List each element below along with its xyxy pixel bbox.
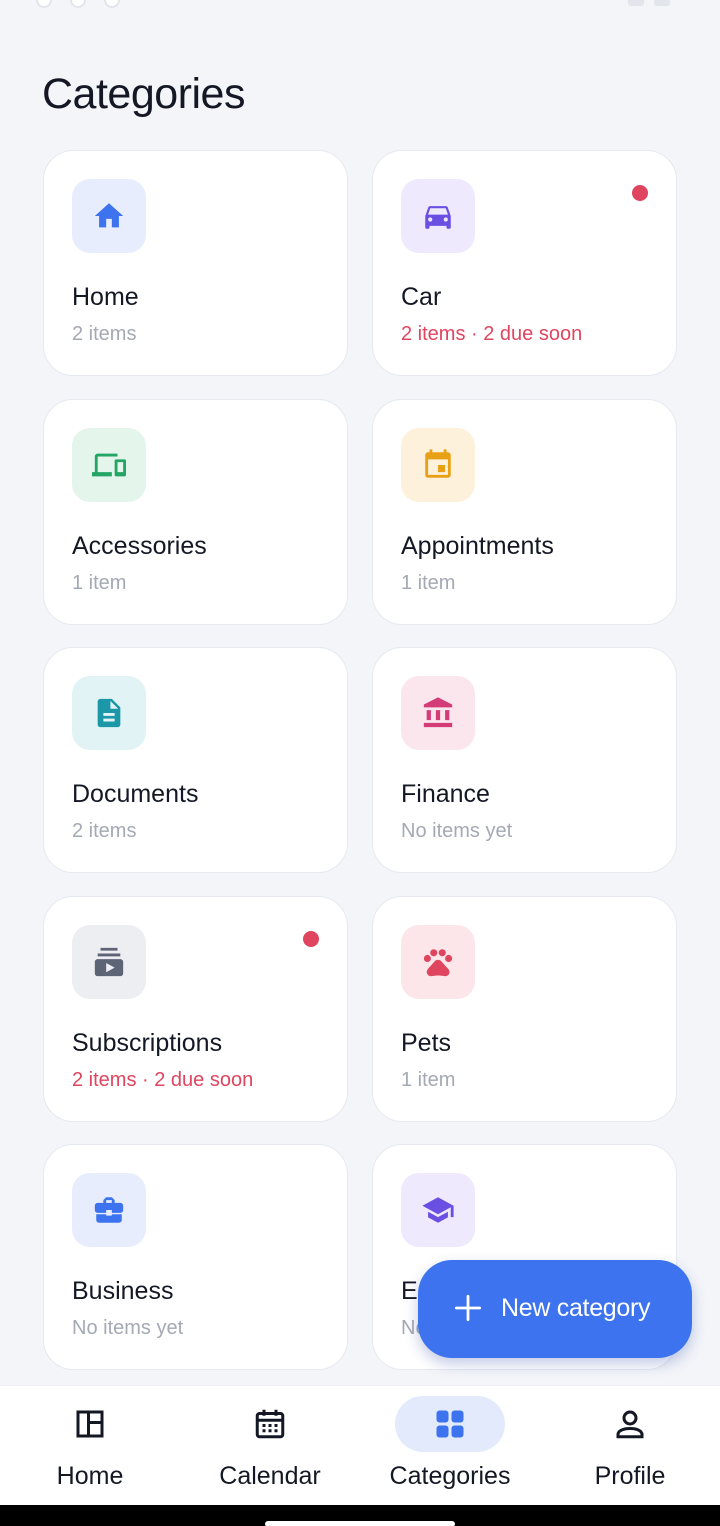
category-count: No items yet: [401, 820, 513, 842]
car-icon: [425, 206, 451, 229]
nav-label: Home: [56, 1462, 124, 1490]
category-card-finance[interactable]: Finance No items yet: [372, 647, 677, 873]
icon-box: [72, 676, 146, 750]
icon-box: [72, 428, 146, 502]
bank-icon: [423, 697, 453, 728]
new-category-button[interactable]: New category: [418, 1260, 692, 1358]
nav-label: Calendar: [219, 1462, 321, 1490]
nav-home[interactable]: Home: [0, 1386, 180, 1506]
status-bar: [0, 0, 720, 14]
nav-calendar[interactable]: Calendar: [180, 1386, 360, 1506]
subscriptions-icon: [94, 947, 124, 977]
category-card-car[interactable]: Car 2 items · 2 due soon: [372, 150, 677, 376]
icon-box: [72, 179, 146, 253]
page-title: Categories: [42, 70, 245, 118]
category-card-pets[interactable]: Pets 1 item: [372, 896, 677, 1122]
category-count: 2 items · 2 due soon: [72, 1069, 254, 1091]
gesture-handle[interactable]: [265, 1521, 455, 1526]
icon-box: [401, 676, 475, 750]
category-count: 2 items: [72, 323, 137, 345]
nav-profile[interactable]: Profile: [540, 1386, 720, 1506]
bottom-nav: Home Calendar Categories Profile: [0, 1385, 720, 1505]
icon-box: [401, 925, 475, 999]
calendar-icon: [255, 1409, 285, 1439]
category-card-accessories[interactable]: Accessories 1 item: [43, 399, 348, 625]
home-icon: [94, 203, 124, 228]
system-gesture-bar: [0, 1505, 720, 1526]
icon-box: [401, 179, 475, 253]
category-count: 2 items: [72, 820, 137, 842]
document-icon: [97, 698, 121, 728]
status-icons-left: [36, 0, 120, 8]
category-count: No items yet: [72, 1317, 184, 1339]
category-name: Car: [401, 283, 442, 311]
person-icon: [616, 1410, 644, 1439]
status-icons-right: [628, 0, 670, 6]
category-count: 2 items · 2 due soon: [401, 323, 583, 345]
category-count: 1 item: [401, 1069, 456, 1091]
plus-icon: [454, 1294, 482, 1322]
category-name: Home: [72, 283, 139, 311]
category-name: Finance: [401, 780, 490, 808]
icon-box: [72, 1173, 146, 1247]
grid-icon: [436, 1410, 464, 1438]
category-count: 1 item: [401, 572, 456, 594]
category-name: Business: [72, 1277, 174, 1305]
paw-icon: [423, 949, 453, 977]
briefcase-icon: [94, 1197, 124, 1223]
nav-categories[interactable]: Categories: [360, 1386, 540, 1506]
calendar-event-icon: [425, 449, 451, 478]
category-card-subscriptions[interactable]: Subscriptions 2 items · 2 due soon: [43, 896, 348, 1122]
nav-label: Categories: [389, 1462, 511, 1490]
category-name: Documents: [72, 780, 199, 808]
nav-label: Profile: [594, 1462, 666, 1490]
icon-box: [72, 925, 146, 999]
active-nav-pill: [395, 1396, 505, 1452]
category-name: Subscriptions: [72, 1029, 223, 1057]
category-card-home[interactable]: Home 2 items: [43, 150, 348, 376]
due-indicator-dot: [303, 931, 319, 947]
category-name: Pets: [401, 1029, 452, 1057]
new-category-label: New category: [501, 1294, 651, 1322]
due-indicator-dot: [632, 185, 648, 201]
category-card-business[interactable]: Business No items yet: [43, 1144, 348, 1370]
icon-box: [401, 1173, 475, 1247]
graduation-cap-icon: [422, 1197, 454, 1223]
category-count: 1 item: [72, 572, 127, 594]
category-name: Appointments: [401, 532, 554, 560]
icon-box: [401, 428, 475, 502]
devices-icon: [92, 453, 126, 477]
category-card-documents[interactable]: Documents 2 items: [43, 647, 348, 873]
category-name: Accessories: [72, 532, 207, 560]
dashboard-icon: [76, 1410, 104, 1438]
category-card-appointments[interactable]: Appointments 1 item: [372, 399, 677, 625]
